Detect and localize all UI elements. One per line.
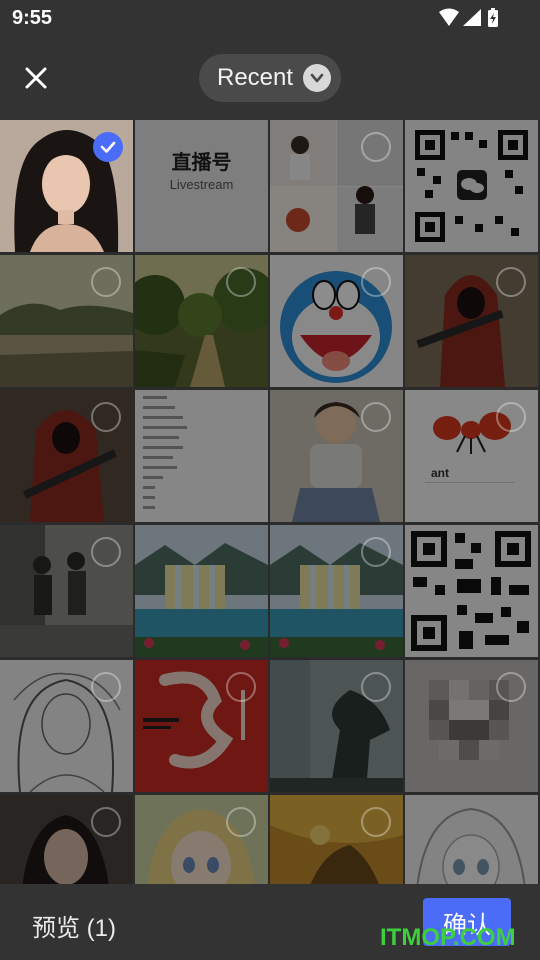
photo-item-couple-walking[interactable] [0,525,133,657]
watermark-text: ITMOP.COM [380,924,516,951]
select-circle[interactable] [91,807,121,837]
photo-item-waterfall[interactable] [135,525,268,657]
dim-overlay [405,795,538,884]
photo-item-pixelated[interactable] [405,660,538,792]
photo-item-text-list[interactable] [135,390,268,522]
dim-overlay [135,120,268,252]
select-circle[interactable] [361,537,391,567]
dim-overlay [135,525,268,657]
check-icon [100,141,116,153]
photo-item-waterfall-2[interactable] [270,525,403,657]
close-icon [25,67,47,89]
select-circle[interactable] [91,537,121,567]
select-circle[interactable] [226,267,256,297]
album-label: Recent [217,64,294,91]
dim-overlay [405,120,538,252]
photo-item-sitting-boy[interactable] [270,390,403,522]
photo-grid: 直播号 Livestream ant [0,120,540,884]
select-circle[interactable] [496,267,526,297]
photo-item-yellow-illustration[interactable] [270,795,403,884]
photo-item-qr-code[interactable] [405,525,538,657]
status-bar: 9:55 [0,0,540,36]
status-time: 9:55 [12,7,53,29]
photo-item-hooded-soldier-2[interactable] [0,390,133,522]
select-circle[interactable] [91,672,121,702]
photo-item-collage[interactable] [270,120,403,252]
photo-item-doraemon[interactable] [270,255,403,387]
photo-item-portrait-woman-2[interactable] [0,795,133,884]
photo-item-cartoon-ant[interactable]: ant [405,390,538,522]
photo-item-anime-girl[interactable] [135,795,268,884]
select-circle[interactable] [91,402,121,432]
select-circle[interactable] [496,672,526,702]
photo-item-qr-wechat[interactable] [405,120,538,252]
select-circle[interactable] [361,807,391,837]
photo-item-hooded-soldier[interactable] [405,255,538,387]
select-circle[interactable] [91,267,121,297]
select-circle[interactable] [361,402,391,432]
photo-item-landscape-lake[interactable] [0,255,133,387]
chevron-down-icon [303,64,331,92]
photo-item-livestream[interactable]: 直播号 Livestream [135,120,268,252]
photo-item-anime-sketch[interactable] [405,795,538,884]
select-circle[interactable] [361,672,391,702]
select-circle[interactable] [226,672,256,702]
selected-check[interactable] [93,132,123,162]
wifi-icon [439,8,459,26]
status-icons [439,8,498,27]
photo-item-sketch-girl[interactable] [0,660,133,792]
photo-item-portrait-woman[interactable] [0,120,133,252]
select-circle[interactable] [361,132,391,162]
top-bar: Recent [0,36,540,120]
signal-icon [463,9,481,26]
photo-item-forest-path[interactable] [135,255,268,387]
battery-icon [488,8,498,27]
album-selector[interactable]: Recent [199,54,341,102]
select-circle[interactable] [361,267,391,297]
select-circle[interactable] [496,402,526,432]
dim-overlay [405,525,538,657]
dim-overlay [135,390,268,522]
photo-item-red-poster[interactable] [135,660,268,792]
close-button[interactable] [14,56,58,100]
select-circle[interactable] [226,807,256,837]
photo-item-foggy-tree[interactable] [270,660,403,792]
preview-button[interactable]: 预览 (1) [32,908,116,943]
